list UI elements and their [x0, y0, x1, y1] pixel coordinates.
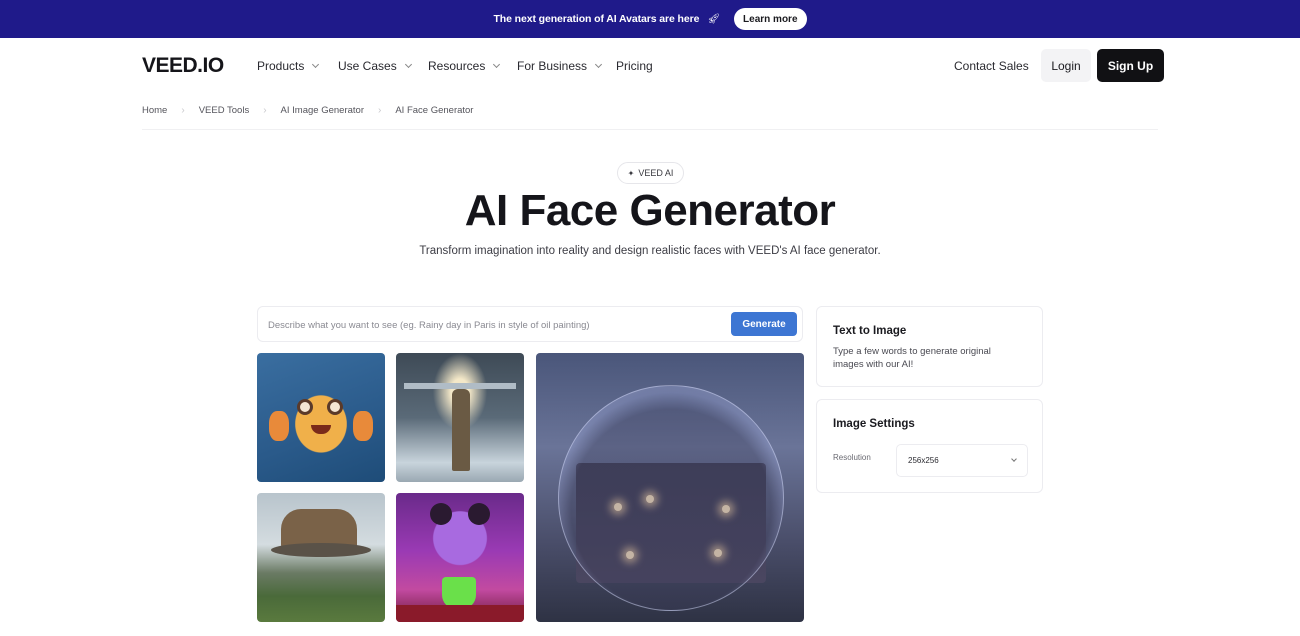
rocket-icon: 🚀︎ [707, 13, 721, 25]
prompt-bar: Generate [257, 306, 803, 342]
resolution-label: Resolution [833, 453, 871, 462]
knight-wing [404, 383, 460, 389]
fish-eye [327, 399, 343, 415]
page-subtitle: Transform imagination into reality and d… [419, 245, 881, 257]
glass-sphere [558, 385, 784, 611]
nav-use-cases-label: Use Cases [338, 59, 397, 73]
floating-house-image[interactable] [257, 493, 385, 622]
text-to-image-description: Type a few words to generate original im… [833, 346, 991, 370]
resolution-select[interactable]: 256x256 [896, 444, 1028, 477]
breadcrumb-veed-tools[interactable]: VEED Tools [199, 105, 250, 116]
signup-button[interactable]: Sign Up [1097, 49, 1164, 82]
page-title: AI Face Generator [464, 186, 836, 235]
prompt-input[interactable] [268, 316, 708, 334]
veed-logo[interactable]: VEED.IO [142, 54, 224, 78]
breadcrumb-separator-icon: › [377, 105, 382, 116]
nav-pricing[interactable]: Pricing [616, 59, 653, 73]
promo-banner: The next generation of AI Avatars are he… [0, 0, 1300, 38]
nav-for-business[interactable]: For Business [517, 59, 603, 73]
panda-ear [468, 503, 490, 525]
fish-eye [297, 399, 313, 415]
nav-products-label: Products [257, 59, 305, 73]
nav-products[interactable]: Products [257, 59, 320, 73]
test-tubes [396, 605, 524, 622]
promo-text: The next generation of AI Avatars are he… [493, 13, 700, 25]
nav-for-business-label: For Business [517, 59, 588, 73]
chevron-down-icon [404, 60, 412, 69]
chevron-down-icon [493, 60, 501, 69]
sparkle-icon: ✦ [627, 168, 635, 178]
chevron-down-icon [1011, 456, 1017, 462]
image-settings-title: Image Settings [833, 418, 915, 430]
breadcrumb-ai-image-generator[interactable]: AI Image Generator [281, 105, 364, 116]
house-platform [271, 543, 371, 557]
login-button[interactable]: Login [1041, 49, 1091, 82]
divider [142, 129, 1158, 130]
badge-label: VEED AI [638, 168, 674, 178]
text-to-image-card: Text to Image Type a few words to genera… [816, 306, 1043, 387]
nav-resources-label: Resources [428, 59, 486, 73]
winged-knight-image[interactable] [396, 353, 524, 482]
cartoon-fish-image[interactable] [257, 353, 385, 482]
generate-button[interactable]: Generate [731, 312, 797, 336]
learn-more-button[interactable]: Learn more [734, 8, 807, 30]
contact-sales-link[interactable]: Contact Sales [954, 59, 1029, 73]
breadcrumb: Home › VEED Tools › AI Image Generator ›… [142, 105, 473, 116]
resolution-value: 256x256 [908, 456, 939, 465]
veed-ai-badge: ✦ VEED AI [617, 162, 684, 184]
breadcrumb-current: AI Face Generator [395, 105, 474, 116]
nav-pricing-label: Pricing [616, 59, 653, 73]
chevron-down-icon [312, 60, 320, 69]
fish-fin [269, 411, 289, 441]
text-to-image-title: Text to Image [833, 325, 907, 337]
panda-scientist-image[interactable] [396, 493, 524, 622]
panda-ear [430, 503, 452, 525]
nav-use-cases[interactable]: Use Cases [338, 59, 412, 73]
fish-fin [353, 411, 373, 441]
chevron-down-icon [594, 60, 603, 69]
breadcrumb-separator-icon: › [263, 105, 267, 116]
knight-figure [452, 389, 470, 471]
nav-resources[interactable]: Resources [428, 59, 501, 73]
fish-mouth [311, 425, 331, 434]
breadcrumb-separator-icon: › [181, 105, 185, 116]
breadcrumb-home[interactable]: Home [142, 105, 167, 116]
house-in-bubble-image[interactable] [536, 353, 804, 622]
top-navigation: VEED.IO Products Use Cases Resources For… [0, 38, 1300, 94]
knight-wing [460, 383, 516, 389]
image-settings-card: Image Settings Resolution 256x256 [816, 399, 1043, 493]
